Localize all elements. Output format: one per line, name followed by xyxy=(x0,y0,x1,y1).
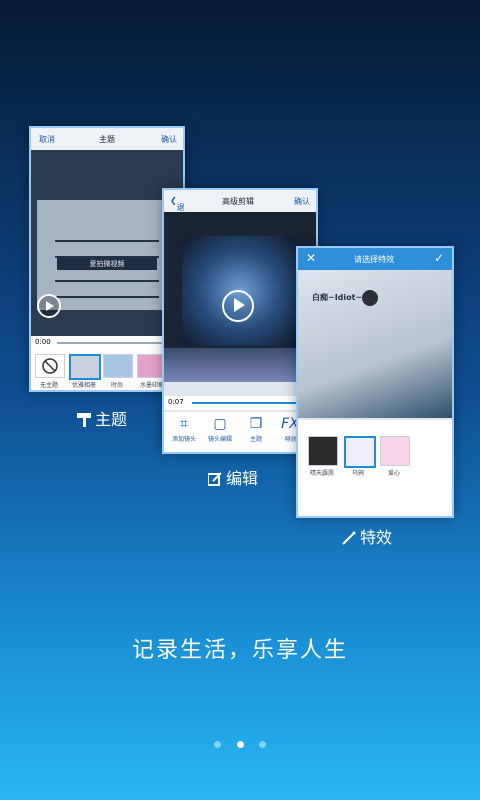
cancel-label: 取消 xyxy=(39,135,55,144)
play-icon xyxy=(222,290,254,322)
theme-item-label: 时尚 xyxy=(110,382,123,389)
feature-theme: 主题 xyxy=(77,406,127,430)
no-theme-icon xyxy=(35,354,65,378)
crow-sticker xyxy=(362,290,378,306)
page-dot-active[interactable] xyxy=(236,741,244,748)
edit-screenshot-card: ❮退出 高级剪辑 确认 0:07 ⌗添加镜头 ▢镜头编辑 ❐主题 FX特效 xyxy=(162,188,318,454)
page-dot[interactable] xyxy=(258,741,266,748)
check-icon: ✓ xyxy=(433,251,444,265)
effect-top-bar: ✕ 请选择特效 ✓ xyxy=(298,248,452,271)
theme-list: 无主题 优雅相册 时尚 水墨印象 xyxy=(31,350,183,390)
edit-preview xyxy=(164,212,316,382)
effect-title: 请选择特效 xyxy=(354,255,394,264)
progress-track xyxy=(57,342,177,344)
effect-item-label: 爱心 xyxy=(387,470,400,477)
add-clip-tool: ⌗ 添加镜头 xyxy=(171,416,196,443)
theme-caption: 爱拍微视频 xyxy=(57,258,157,270)
effect-photo: 白痴~Idiot~ xyxy=(298,270,452,418)
heart-effect-thumb xyxy=(380,436,410,466)
theme-thumb-elegant xyxy=(69,354,101,380)
ornament-bottom xyxy=(55,280,159,298)
back-label: ❮退出 xyxy=(170,196,185,223)
theme-item-label: 无主题 xyxy=(39,382,58,389)
effect-screenshot-card: ✕ 请选择特效 ✓ 白痴~Idiot~ 晴天霹雳 乌鸦 爱心 xyxy=(296,246,454,518)
timeline: 0:00 xyxy=(31,336,183,350)
progress-track xyxy=(192,402,296,404)
theme-title: 主题 xyxy=(99,135,115,144)
edit-toolbar: ⌗ 添加镜头 ▢ 镜头编辑 ❐ 主题 FX 特效 xyxy=(164,412,316,452)
timeline: 0:07 xyxy=(164,396,316,410)
theme-item-label: 优雅相册 xyxy=(71,382,96,389)
time-label: 0:00 xyxy=(35,338,51,346)
edit-top-bar: ❮退出 高级剪辑 确认 xyxy=(164,190,316,223)
theme-tool: ❐ 主题 xyxy=(249,416,263,443)
slogan: 记录生活，乐享人生 xyxy=(131,638,348,663)
page-indicator xyxy=(0,733,480,752)
purple-strip xyxy=(164,348,316,382)
paint-roller-icon xyxy=(77,412,91,427)
crow-effect-thumb xyxy=(344,436,376,468)
ornament-frame: 爱拍微视频 xyxy=(37,200,177,310)
page-dot[interactable] xyxy=(214,741,222,748)
confirm-label: 确认 xyxy=(161,135,177,144)
feature-effect: 特效 xyxy=(342,524,392,548)
effect-item-label: 晴天霹雳 xyxy=(309,470,334,477)
theme-thumb-fashion xyxy=(103,354,133,378)
photo-text: 白痴~Idiot~ xyxy=(312,293,363,302)
clip-edit-tool: ▢ 镜头编辑 xyxy=(207,416,232,443)
magic-wand-icon xyxy=(342,530,356,545)
play-icon xyxy=(37,294,61,318)
edit-icon xyxy=(207,471,222,486)
effect-item-label: 乌鸦 xyxy=(351,470,364,477)
theme-top-bar: 取消 主题 确认 xyxy=(31,128,183,151)
effect-list: 晴天霹雳 乌鸦 爱心 xyxy=(298,420,452,516)
feature-edit: 编辑 xyxy=(207,465,258,489)
ornament-top xyxy=(55,240,159,258)
lightning-effect-thumb xyxy=(308,436,338,466)
time-label: 0:07 xyxy=(168,398,184,406)
confirm-label: 确认 xyxy=(294,197,310,206)
close-icon: ✕ xyxy=(306,251,317,265)
edit-title: 高级剪辑 xyxy=(222,197,254,206)
